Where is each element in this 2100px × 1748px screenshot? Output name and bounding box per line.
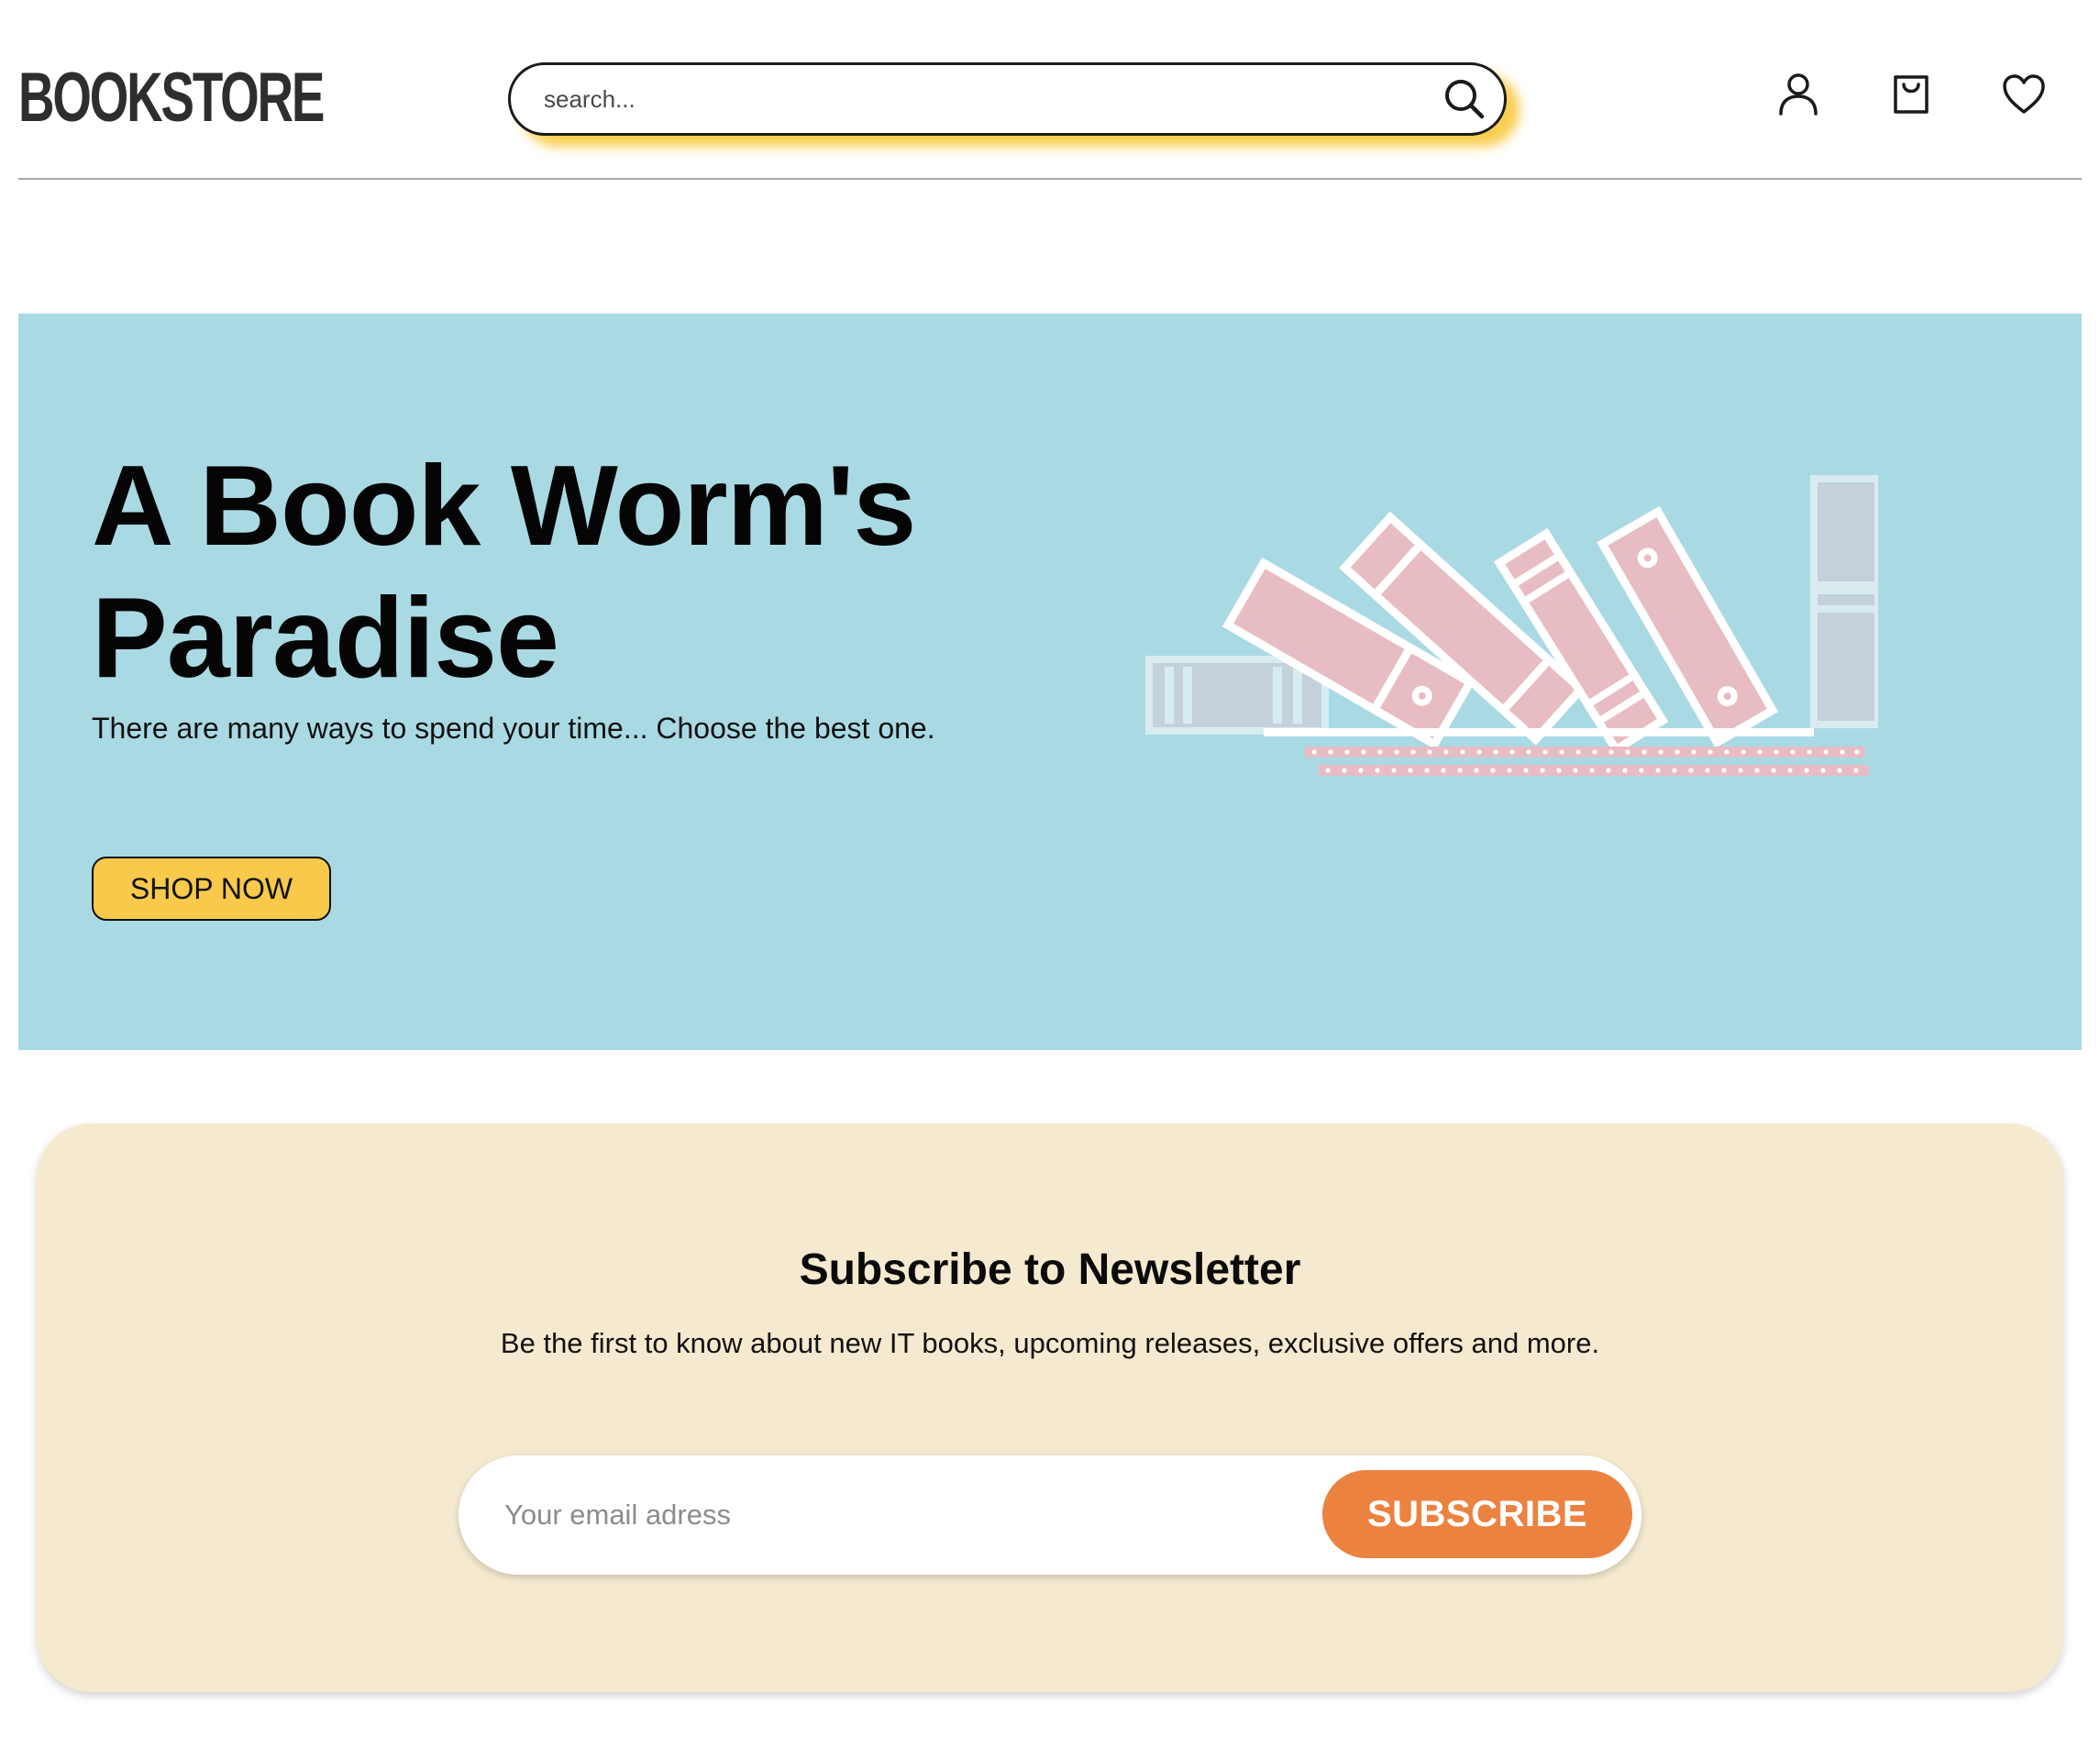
hero-banner: A Book Worm's Paradise There are many wa… xyxy=(18,314,2082,1050)
shelf-dots-shape xyxy=(1305,747,1864,758)
email-field[interactable] xyxy=(504,1455,1311,1575)
site-header: BOOKSTORE xyxy=(18,0,2082,180)
search-input[interactable] xyxy=(544,65,1369,133)
page: BOOKSTORE search... A Book Worm's Paradi… xyxy=(0,0,2100,1748)
search-icon[interactable] xyxy=(1442,76,1487,122)
standing-book-shape xyxy=(1810,475,1882,728)
hero-title: A Book Worm's Paradise xyxy=(92,443,916,702)
newsletter-title: Subscribe to Newsletter xyxy=(799,1245,1301,1294)
newsletter-form: SUBSCRIBE xyxy=(459,1455,1641,1575)
user-icon[interactable] xyxy=(1774,70,1823,119)
heart-icon[interactable] xyxy=(1999,70,2049,119)
shelf-shape xyxy=(1264,728,1814,736)
shop-now-button[interactable]: SHOP NOW xyxy=(92,857,331,921)
subscribe-button[interactable]: SUBSCRIBE xyxy=(1322,1470,1632,1558)
shopping-bag-icon[interactable] xyxy=(1886,70,1936,119)
newsletter-subtitle: Be the first to know about new IT books,… xyxy=(500,1327,1600,1359)
search-bar xyxy=(508,62,1507,136)
books-on-shelf-illustration xyxy=(1144,471,1882,802)
newsletter-section: Subscribe to Newsletter Be the first to … xyxy=(37,1123,2063,1692)
store-logo[interactable]: BOOKSTORE xyxy=(18,57,325,139)
hero-subtitle: There are many ways to spend your time..… xyxy=(92,712,935,745)
